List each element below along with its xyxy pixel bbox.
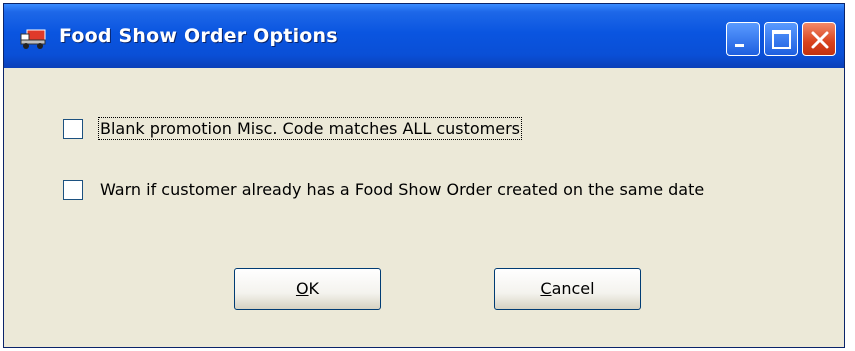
truck-icon	[19, 28, 49, 50]
warn-duplicate-order-checkbox[interactable]	[63, 180, 83, 200]
ok-button[interactable]: OK	[234, 268, 381, 310]
cancel-button[interactable]: Cancel	[494, 268, 641, 310]
minimize-button[interactable]	[726, 22, 760, 56]
ok-label-rest: K	[308, 279, 320, 298]
cancel-accelerator: C	[540, 279, 552, 298]
blank-promotion-label[interactable]: Blank promotion Misc. Code matches ALL c…	[97, 117, 523, 140]
title-bar[interactable]: Food Show Order Options	[4, 4, 844, 68]
window-title: Food Show Order Options	[59, 25, 338, 47]
cancel-label-rest: ancel	[551, 279, 595, 298]
ok-accelerator: O	[295, 279, 309, 298]
blank-promotion-checkbox[interactable]	[63, 119, 83, 139]
dialog-content: Blank promotion Misc. Code matches ALL c…	[4, 68, 844, 347]
maximize-button[interactable]	[764, 22, 798, 56]
warn-duplicate-order-label[interactable]: Warn if customer already has a Food Show…	[100, 180, 704, 199]
close-button[interactable]	[802, 22, 836, 56]
dialog-window: Food Show Order Options Blank promotion …	[3, 3, 845, 348]
